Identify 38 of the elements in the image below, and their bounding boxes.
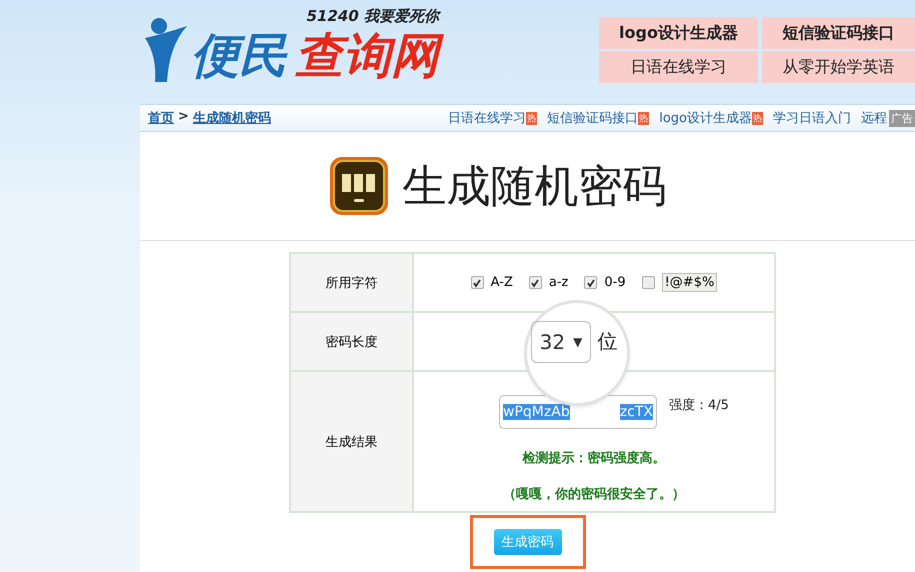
hot-badge: 热: [638, 112, 650, 124]
safe-icon: [328, 156, 388, 216]
nav-link[interactable]: logo设计生成器: [659, 109, 752, 127]
breadcrumb-separator: >: [178, 109, 189, 126]
strength-text: 强度：4/5: [669, 396, 729, 414]
hot-badge: 热: [752, 112, 763, 124]
table-cell: 所用字符: [290, 253, 413, 312]
hint-text: （嘎嘎，你的密码很安全了。）: [502, 486, 686, 502]
logo-name: 查询网: [295, 26, 447, 86]
nav-link[interactable]: 学习日语入门: [773, 109, 851, 127]
result-field[interactable]: wPqMzAb zcTX: [499, 394, 658, 428]
header-link[interactable]: 日语在线学习: [599, 51, 758, 83]
page-title: 生成随机密码: [402, 160, 666, 214]
length-unit: 位: [597, 328, 618, 355]
ad-badge: 广告: [889, 110, 915, 126]
nav-link[interactable]: 日语在线学习: [448, 109, 526, 127]
hot-badge: 热: [526, 112, 538, 124]
checkbox-label: A-Z: [490, 275, 513, 290]
logo-name: 便民: [191, 27, 289, 86]
checkbox-label: 0-9: [604, 275, 626, 290]
table-cell: 生成结果: [290, 371, 413, 512]
table-cell: 密码长度: [290, 312, 413, 371]
breadcrumb-link[interactable]: 生成随机密码: [192, 109, 271, 127]
logo-slogan: 51240 我要爱死你: [306, 7, 439, 26]
nav-link[interactable]: 短信验证码接口: [547, 109, 638, 127]
breadcrumb-link[interactable]: 首页: [148, 109, 174, 127]
checkbox-label: !@#$%: [662, 273, 718, 292]
hint-text: 检测提示：密码强度高。: [521, 450, 666, 466]
header-link[interactable]: 从零开始学英语: [762, 51, 915, 83]
header-link[interactable]: logo设计生成器: [599, 17, 758, 49]
header-link[interactable]: 短信验证码接口: [762, 17, 915, 49]
checkbox[interactable]: [528, 276, 542, 289]
checkbox[interactable]: [642, 276, 655, 289]
checkbox[interactable]: [470, 276, 484, 289]
checkbox[interactable]: [584, 276, 598, 289]
length-select[interactable]: 32 ▼: [530, 320, 592, 362]
nav-link[interactable]: 远程: [861, 109, 887, 127]
checkbox-label: a-z: [548, 275, 568, 290]
